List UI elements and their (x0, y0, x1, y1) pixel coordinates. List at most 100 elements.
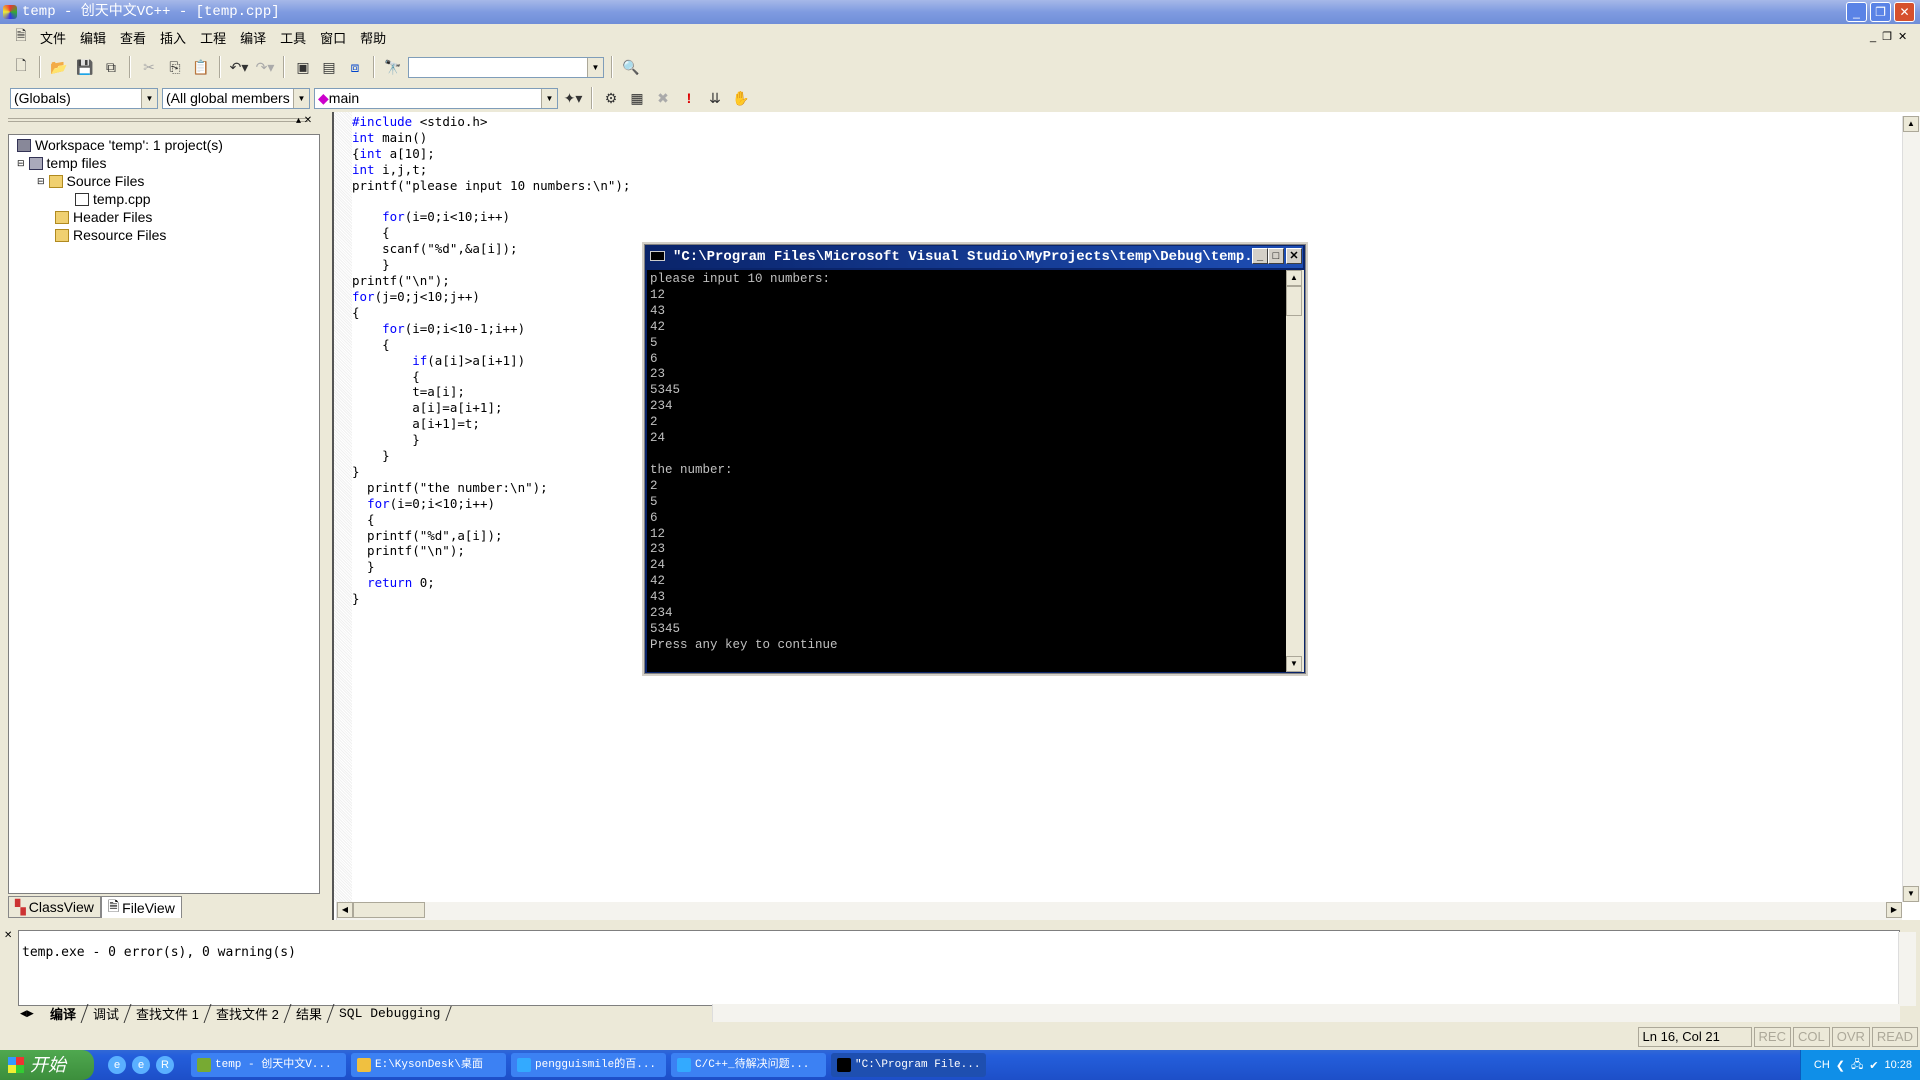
taskbar-button[interactable]: C/C++_待解决问题... (671, 1053, 826, 1077)
code-line: for(i=0;i<10-1;i++) (382, 320, 526, 336)
member-combo[interactable]: ◆main ▼ (314, 87, 558, 109)
menu-view[interactable]: 查看 (114, 28, 152, 47)
find-icon[interactable]: 🔍 (620, 56, 642, 78)
chevron-down-icon[interactable]: ▼ (541, 88, 557, 108)
tree-resource-files[interactable]: Resource Files (55, 227, 166, 243)
menu-insert[interactable]: 插入 (154, 28, 192, 47)
console-scrollbar[interactable]: ▲ ▼ (1286, 270, 1304, 672)
tab-fileview[interactable]: 🗎 FileView (100, 896, 182, 918)
tree-workspace[interactable]: Workspace 'temp': 1 project(s) (17, 137, 223, 153)
console-maximize-button[interactable]: □ (1268, 248, 1284, 264)
console-minimize-button[interactable]: _ (1252, 248, 1268, 264)
output-tabs: ◀▶ 编译 调试 查找文件 1 查找文件 2 结果 SQL Debugging (20, 1003, 452, 1023)
taskbar-button[interactable]: E:\KysonDesk\桌面 (351, 1053, 506, 1077)
editor-horizontal-scrollbar[interactable]: ◀ ▶ (336, 902, 1902, 920)
scroll-down-icon[interactable]: ▼ (1903, 886, 1919, 902)
copy-icon[interactable]: ⎘ (164, 56, 186, 78)
editor-vertical-scrollbar[interactable]: ▲ ▼ (1902, 116, 1920, 902)
execute-icon[interactable]: ! (678, 87, 700, 109)
scroll-thumb[interactable] (353, 902, 425, 918)
output-vertical-scrollbar[interactable] (1898, 932, 1916, 1006)
menu-build[interactable]: 编译 (234, 28, 272, 47)
breakpoint-hand-icon[interactable]: ✋ (730, 87, 752, 109)
ie-icon[interactable]: e (108, 1056, 126, 1074)
network-icon[interactable]: 🖧 (1851, 1056, 1863, 1075)
menu-file[interactable]: 文件 (34, 28, 72, 47)
tab-find-in-files-2[interactable]: 查找文件 2 (204, 1003, 292, 1023)
chevron-down-icon[interactable]: ▼ (587, 57, 603, 77)
taskbar-button[interactable]: pengguismile的百... (511, 1053, 666, 1077)
scroll-down-icon[interactable]: ▼ (1286, 656, 1302, 672)
save-all-icon[interactable]: ⧉ (100, 56, 122, 78)
open-icon[interactable]: 📂 (48, 56, 70, 78)
build-icon[interactable]: ▦ (626, 87, 648, 109)
scroll-up-icon[interactable]: ▲ (1286, 270, 1302, 286)
output-close-icon[interactable]: ✕ (4, 930, 12, 941)
menu-project[interactable]: 工程 (194, 28, 232, 47)
tab-find-in-files-1[interactable]: 查找文件 1 (124, 1003, 212, 1023)
ie-alt-icon[interactable]: e (132, 1056, 150, 1074)
minimize-button[interactable]: _ (1846, 2, 1867, 22)
maximize-button[interactable]: ❐ (1870, 2, 1891, 22)
save-icon[interactable]: 💾 (74, 56, 96, 78)
menu-tools[interactable]: 工具 (274, 28, 312, 47)
mdi-controls[interactable]: _❐✕ (1870, 30, 1913, 43)
paste-icon[interactable]: 📋 (190, 56, 212, 78)
scroll-left-icon[interactable]: ◀ (337, 902, 353, 918)
menu-edit[interactable]: 编辑 (74, 28, 112, 47)
window-list-icon[interactable]: ⧈ (344, 56, 366, 78)
output-horizontal-scrollbar[interactable] (712, 1004, 1900, 1022)
scroll-up-icon[interactable]: ▲ (1903, 116, 1919, 132)
close-button[interactable]: ✕ (1894, 2, 1915, 22)
taskbar-button[interactable]: "C:\Program File... (831, 1053, 986, 1077)
filter-combo[interactable]: (All global members ▼ (162, 87, 310, 109)
workspace-icon[interactable]: ▣ (292, 56, 314, 78)
tray-expand-icon[interactable]: ❮ (1836, 1059, 1845, 1072)
r-app-icon[interactable]: R (156, 1056, 174, 1074)
new-file-icon[interactable]: 🗋 (10, 56, 32, 78)
find-combo[interactable]: ▼ (408, 56, 604, 78)
undo-icon[interactable]: ↶▾ (228, 56, 250, 78)
antivirus-icon[interactable]: ✔ (1869, 1059, 1878, 1072)
tab-build[interactable]: 编译 (38, 1003, 89, 1023)
taskbar-button[interactable]: temp - 创天中文V... (191, 1053, 346, 1077)
folder-open-icon (48, 174, 63, 188)
menu-window[interactable]: 窗口 (314, 28, 352, 47)
tab-scroll-arrows[interactable]: ◀▶ (20, 1008, 34, 1019)
code-text[interactable]: #include <stdio.h> int main() {int a[10]; i… (352, 114, 630, 607)
go-icon[interactable]: ⇊ (704, 87, 726, 109)
workspace-close-icon[interactable]: ▴ ✕ (296, 115, 312, 126)
tree-temp-cpp[interactable]: temp.cpp (75, 191, 151, 207)
collapse-icon[interactable]: ⊟ (17, 158, 25, 169)
wizard-action-icon[interactable]: ✦▾ (562, 87, 584, 109)
output-window-icon[interactable]: ▤ (318, 56, 340, 78)
tree-source-files[interactable]: ⊟ Source Files (37, 173, 144, 189)
start-button[interactable]: 开始 (0, 1050, 94, 1080)
tab-debug[interactable]: 调试 (81, 1003, 132, 1023)
redo-icon[interactable]: ↷▾ (254, 56, 276, 78)
cut-icon[interactable]: ✂ (138, 56, 160, 78)
chevron-down-icon[interactable]: ▼ (293, 88, 309, 108)
scroll-right-icon[interactable]: ▶ (1886, 902, 1902, 918)
console-close-button[interactable]: ✕ (1286, 248, 1302, 264)
system-tray: CH ❮ 🖧 ✔ 10:28 (1800, 1050, 1920, 1080)
collapse-icon[interactable]: ⊟ (37, 176, 45, 187)
language-indicator[interactable]: CH (1814, 1059, 1830, 1071)
find-in-files-icon[interactable]: 🔭 (382, 56, 404, 78)
code-line: {int a[10]; (352, 145, 435, 161)
tab-results[interactable]: 结果 (284, 1003, 335, 1023)
compile-icon[interactable]: ⚙ (600, 87, 622, 109)
tree-header-files[interactable]: Header Files (55, 209, 152, 225)
code-line: } (352, 559, 375, 575)
console-window[interactable]: "C:\Program Files\Microsoft Visual Studi… (642, 242, 1308, 676)
class-combo[interactable]: (Globals) ▼ (10, 87, 158, 109)
scroll-thumb[interactable] (1286, 286, 1302, 316)
stop-build-icon[interactable]: ✖ (652, 87, 674, 109)
tree-project[interactable]: ⊟ temp files (17, 155, 106, 171)
menu-help[interactable]: 帮助 (354, 28, 392, 47)
tab-classview[interactable]: ▚ ClassView (8, 896, 101, 918)
workspace-grip[interactable] (8, 118, 308, 122)
tab-sql-debugging[interactable]: SQL Debugging (327, 1005, 452, 1021)
console-title-bar[interactable]: "C:\Program Files\Microsoft Visual Studi… (647, 246, 1303, 268)
chevron-down-icon[interactable]: ▼ (141, 88, 157, 108)
